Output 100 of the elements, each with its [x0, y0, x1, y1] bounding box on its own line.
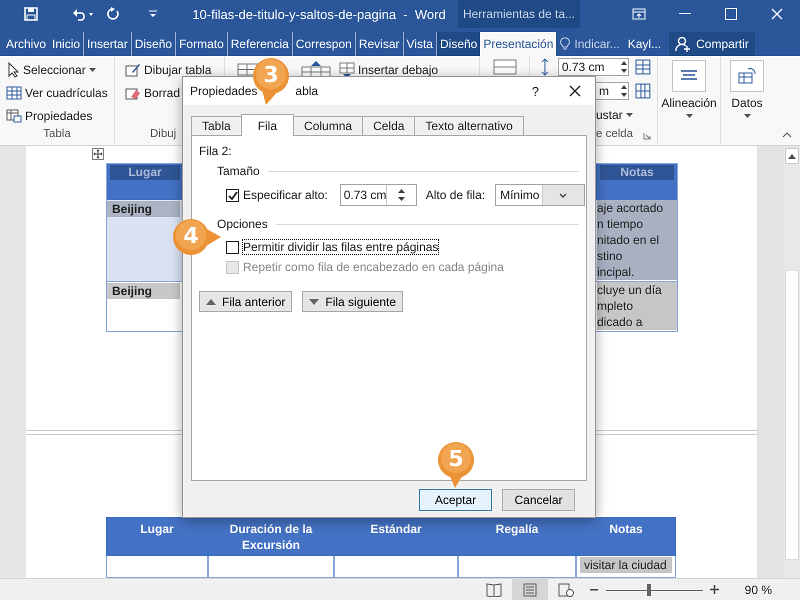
checkbox-label[interactable]: Especificar alto: [243, 188, 328, 202]
person-add-icon [675, 36, 692, 52]
book-icon [486, 582, 502, 596]
ribbon-tab[interactable]: Presentación [480, 32, 556, 56]
up-arrow-icon [788, 154, 796, 158]
check-icon [228, 190, 238, 200]
spinner-icon [398, 187, 406, 203]
chevron-down-icon [559, 192, 568, 198]
ribbon-tab[interactable]: Diseño [436, 32, 480, 56]
lightbulb-icon [560, 37, 570, 51]
row-height-dropdown[interactable]: Mínimo [495, 184, 586, 206]
ribbon-tab[interactable]: Inicio [49, 32, 84, 56]
collapse-ribbon-icon [782, 132, 792, 138]
dialog-launcher-icon [643, 132, 652, 140]
ribbon-button[interactable]: Seleccionar [6, 58, 108, 81]
note-line: dicado a [597, 314, 644, 330]
note-line: incipal. [597, 264, 636, 280]
field-label: Alto de fila: [426, 188, 486, 202]
caret-icon [744, 114, 750, 118]
ribbon-button[interactable]: Propiedades [6, 104, 108, 127]
note-line: mpleto [597, 298, 634, 314]
table-header: Notas [576, 517, 676, 556]
table-cell: Beijing [107, 283, 180, 299]
dialog-tab[interactable]: Tabla [191, 116, 242, 135]
table-properties-icon [6, 108, 22, 122]
alignment-button[interactable]: Alineación [658, 56, 720, 118]
dialog-title: Propiedades [190, 84, 258, 98]
close-icon [569, 85, 581, 97]
caret-icon [88, 68, 96, 72]
table-cell: Beijing [107, 201, 180, 217]
ribbon-button[interactable]: Ver cuadrículas [6, 81, 108, 104]
minimize-icon [679, 13, 691, 15]
user-name[interactable]: Kayl... [624, 32, 666, 56]
data-button[interactable]: Datos [721, 56, 773, 118]
previous-row-button[interactable]: Fila anterior [199, 291, 292, 312]
section-heading: Opciones [217, 217, 268, 231]
page-icon [522, 582, 537, 596]
cursor-icon [6, 62, 20, 78]
data-table-icon [738, 68, 756, 84]
table-header: Regalía [458, 517, 576, 556]
checkbox-label[interactable]: Permitir dividir las filas entre páginas [243, 240, 438, 254]
align-icon [680, 69, 698, 83]
note-line: aje acortado [597, 200, 664, 216]
height-field[interactable]: 0.73 cm [340, 184, 417, 206]
group-label: e celda [596, 128, 634, 142]
maximize-icon [725, 8, 737, 20]
share-button[interactable]: Compartir [669, 32, 755, 56]
caret-icon [626, 113, 633, 117]
row-label: Fila 2: [199, 144, 233, 158]
dialog-title: abla [295, 84, 318, 98]
circular-arrow-icon [106, 7, 120, 21]
close-button[interactable] [569, 85, 581, 97]
zoom-in-button[interactable] [708, 584, 721, 596]
table-header: Notas [600, 165, 674, 180]
note-line: cluye un día [597, 282, 663, 298]
autofit-button[interactable]: ustar [538, 106, 651, 124]
triangle-up-icon [206, 298, 216, 304]
table-header: Estándar [334, 517, 458, 556]
window-title: 10-filas-de-titulo-y-saltos-de-pagina - Word [191, 6, 447, 22]
table-header: Duración de la Excursión [208, 517, 334, 556]
note-line: n tiempo [597, 216, 644, 232]
note-line: stino [597, 248, 624, 264]
section-heading: Tamaño [217, 164, 260, 178]
cell-text: visitar la ciudad [580, 557, 672, 573]
cancel-button[interactable]: Cancelar [502, 489, 575, 511]
customize-icon [148, 10, 158, 18]
contextual-tab-title: Herramientas de ta... [458, 0, 580, 28]
spinner-icon [620, 60, 628, 74]
ok-button[interactable]: Aceptar [419, 489, 492, 511]
table-header: Lugar [106, 517, 208, 556]
pencil-table-icon [125, 62, 141, 78]
plus-icon [710, 585, 720, 594]
checkbox[interactable] [226, 240, 239, 254]
spinner-icon [620, 84, 628, 98]
zoom-level[interactable]: 90 % [744, 582, 772, 596]
table-header: Lugar [110, 165, 180, 180]
dialog-tab[interactable]: Fila [240, 114, 294, 136]
undo-icon [72, 7, 94, 21]
ribbon-button[interactable]: Dibujar tabla [125, 58, 218, 81]
close-icon [771, 8, 783, 20]
triangle-down-icon [309, 298, 320, 304]
note-line: nitado en el [597, 232, 660, 248]
distribute-rows-icon [635, 59, 651, 75]
dialog-tab[interactable]: Texto alternativo [414, 116, 524, 135]
grid-icon [6, 86, 22, 100]
view-button[interactable] [512, 579, 548, 600]
group-label: Tabla [42, 128, 72, 142]
caret-icon [686, 114, 692, 118]
height-field[interactable]: 0.73 cm [558, 58, 630, 76]
checkbox[interactable] [226, 188, 239, 202]
group-label: Dibuj [149, 128, 178, 142]
next-row-button[interactable]: Fila siguiente [302, 291, 404, 312]
save-icon [24, 7, 38, 21]
ribbon-display-icon [632, 8, 646, 20]
ribbon-tab[interactable]: Archivo [3, 32, 50, 56]
tell-me-field[interactable]: Indicar... [556, 32, 624, 56]
web-page-icon [558, 582, 574, 596]
help-button[interactable]: ? [532, 84, 539, 98]
distribute-columns-icon [635, 83, 651, 99]
minus-icon [590, 588, 598, 590]
